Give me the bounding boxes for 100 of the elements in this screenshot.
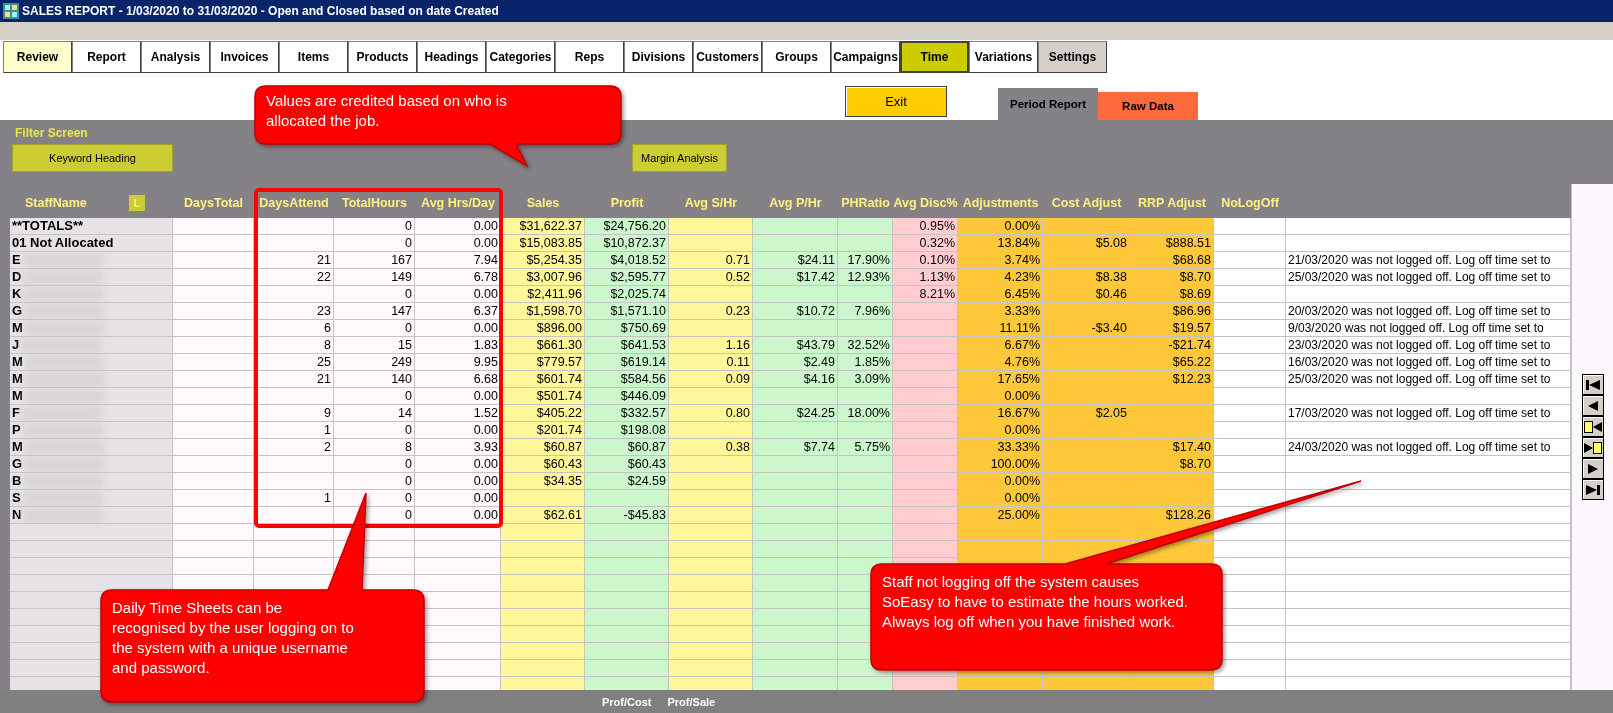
- tab[interactable]: Headings: [417, 41, 486, 73]
- tab[interactable]: Reps: [555, 41, 624, 73]
- table-cell: $60.87: [501, 439, 585, 456]
- table-cell: $779.57: [501, 354, 585, 371]
- table-cell: 4.23%: [958, 269, 1043, 286]
- view-tab[interactable]: Raw Data: [1098, 92, 1198, 120]
- table-cell: $15,083.85: [501, 235, 585, 252]
- table-cell: $8.38: [1043, 269, 1130, 286]
- table-cell: $24.59: [585, 473, 669, 490]
- table-cell: 0.00%: [958, 218, 1043, 235]
- table-cell: $2.05: [1043, 405, 1130, 422]
- table-cell: $8.69: [1130, 286, 1214, 303]
- table-cell: 0.00: [415, 422, 501, 439]
- staff-name: P: [12, 422, 21, 438]
- table-cell: 8: [334, 439, 415, 456]
- staff-name: M: [12, 439, 23, 455]
- table-cell: 0: [334, 490, 415, 507]
- filter-button[interactable]: Margin Analysis: [632, 144, 727, 172]
- table-cell: 140: [334, 371, 415, 388]
- tab[interactable]: Customers: [693, 41, 762, 73]
- table-cell: $24.11: [753, 252, 838, 269]
- tab[interactable]: Settings: [1038, 41, 1107, 73]
- table-cell: $896.00: [501, 320, 585, 337]
- table-cell: $19.57: [1130, 320, 1214, 337]
- table-cell: $10.72: [753, 303, 838, 320]
- table-cell: 0.00: [415, 473, 501, 490]
- table-cell: 17/03/2020 was not logged off. Log off time set to: [1286, 405, 1571, 422]
- table-cell: $7.74: [753, 439, 838, 456]
- tab[interactable]: Products: [348, 41, 417, 73]
- last-record-button[interactable]: [1581, 479, 1604, 500]
- table-cell: 0.23: [669, 303, 753, 320]
- table-cell: 9/03/2020 was not logged off. Log off time set to: [1286, 320, 1571, 337]
- new-record-button[interactable]: [1581, 416, 1604, 437]
- table-cell: $17.42: [753, 269, 838, 286]
- staff-name: G: [12, 303, 23, 319]
- first-record-button[interactable]: [1581, 374, 1604, 395]
- new-record-button[interactable]: [1581, 437, 1604, 458]
- table-cell: $2.49: [753, 354, 838, 371]
- table-cell: 16/03/2020 was not logged off. Log off time set to: [1286, 354, 1571, 371]
- exit-button[interactable]: Exit: [845, 86, 947, 117]
- table-cell: 25/03/2020 was not logged off. Log off time set to: [1286, 371, 1571, 388]
- table-cell: 0.00: [415, 507, 501, 524]
- table-cell: $201.74: [501, 422, 585, 439]
- next-record-button[interactable]: [1581, 458, 1604, 479]
- table-cell: 14: [334, 405, 415, 422]
- view-tab[interactable]: Period Report: [998, 88, 1098, 120]
- skip-forward-icon: [1585, 484, 1600, 495]
- previous-record-button[interactable]: [1581, 395, 1604, 416]
- staff-name: F: [12, 405, 20, 421]
- table-cell: 0.71: [669, 252, 753, 269]
- table-cell: 32.52%: [838, 337, 893, 354]
- table-cell: 3.74%: [958, 252, 1043, 269]
- table-cell: 3.93: [415, 439, 501, 456]
- table-cell: 3.09%: [838, 371, 893, 388]
- table-cell: 1.85%: [838, 354, 893, 371]
- staff-name: M: [12, 371, 23, 387]
- tab[interactable]: Analysis: [141, 41, 210, 73]
- filter-title: Filter Screen: [14, 126, 89, 140]
- tab[interactable]: Time: [900, 41, 969, 73]
- table-cell: 15: [334, 337, 415, 354]
- table-cell: 17.65%: [958, 371, 1043, 388]
- tab[interactable]: Invoices: [210, 41, 279, 73]
- staff-name: K: [12, 286, 22, 302]
- tab[interactable]: Campaigns: [831, 41, 900, 73]
- table-cell: 5.75%: [838, 439, 893, 456]
- table-cell: $2,025.74: [585, 286, 669, 303]
- tab[interactable]: Categories: [486, 41, 555, 73]
- table-cell: 7.96%: [838, 303, 893, 320]
- table-cell: 20/03/2020 was not logged off. Log off time set to: [1286, 303, 1571, 320]
- table-cell: 0.09: [669, 371, 753, 388]
- table-cell: 21/03/2020 was not logged off. Log off time set to: [1286, 252, 1571, 269]
- table-cell: 0.80: [669, 405, 753, 422]
- table-cell: 149: [334, 269, 415, 286]
- table-cell: 13.84%: [958, 235, 1043, 252]
- table-cell: 0: [334, 473, 415, 490]
- tab[interactable]: Variations: [969, 41, 1038, 73]
- table-cell: 24/03/2020 was not logged off. Log off time set to: [1286, 439, 1571, 456]
- table-cell: 0: [334, 422, 415, 439]
- table-cell: 0.00: [415, 490, 501, 507]
- skip-back-icon: [1585, 379, 1600, 390]
- table-cell: 6.45%: [958, 286, 1043, 303]
- tab[interactable]: Divisions: [624, 41, 693, 73]
- table-cell: $60.43: [501, 456, 585, 473]
- tab[interactable]: Report: [72, 41, 141, 73]
- tab[interactable]: Groups: [762, 41, 831, 73]
- table-cell: $5,254.35: [501, 252, 585, 269]
- filter-button[interactable]: Keyword Heading: [12, 144, 173, 172]
- window-title: SALES REPORT - 1/03/2020 to 31/03/2020 - Open and Closed based on date Created: [22, 4, 499, 18]
- tab[interactable]: Items: [279, 41, 348, 73]
- table-cell: 0: [334, 388, 415, 405]
- table-cell: 249: [334, 354, 415, 371]
- tab[interactable]: Review: [3, 41, 72, 73]
- staff-name: E: [12, 252, 21, 268]
- table-cell: $619.14: [585, 354, 669, 371]
- table-cell: $128.26: [1130, 507, 1214, 524]
- table-cell: 0.00: [415, 456, 501, 473]
- table-cell: $5.08: [1043, 235, 1130, 252]
- staff-name: G: [12, 456, 23, 472]
- staff-name: 01 Not Allocated: [12, 235, 114, 251]
- table-cell: 33.33%: [958, 439, 1043, 456]
